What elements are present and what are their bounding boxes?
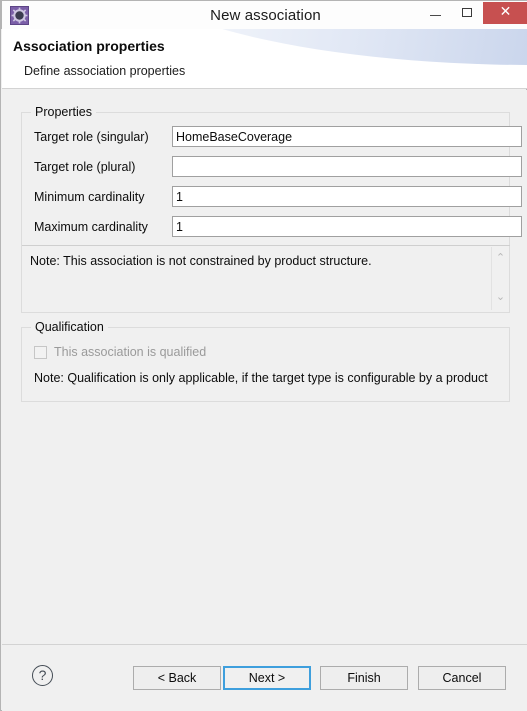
dialog-button-bar: ? < Back Next > Finish Cancel — [2, 644, 527, 711]
wizard-header: Association properties Define associatio… — [2, 29, 527, 89]
help-icon[interactable]: ? — [32, 665, 53, 686]
properties-note-text: Note: This association is not constraine… — [30, 254, 372, 268]
close-icon: ✕ — [499, 4, 512, 20]
target-role-plural-label: Target role (plural) — [34, 160, 136, 174]
close-button[interactable]: ✕ — [483, 2, 527, 24]
maximize-button[interactable] — [452, 2, 482, 24]
back-button[interactable]: < Back — [133, 666, 221, 690]
target-role-singular-label: Target role (singular) — [34, 130, 149, 144]
maximize-icon — [462, 8, 472, 17]
qualification-note-text: Note: Qualification is only applicable, … — [34, 371, 488, 385]
qualification-checkbox-label: This association is qualified — [54, 345, 207, 359]
scroll-up-icon[interactable]: ⌃ — [492, 251, 509, 265]
minimize-icon — [430, 15, 441, 16]
finish-button[interactable]: Finish — [320, 666, 408, 690]
next-button[interactable]: Next > — [223, 666, 311, 690]
properties-group-legend: Properties — [31, 105, 96, 119]
page-title: Association properties — [13, 38, 165, 54]
page-subtitle: Define association properties — [24, 64, 186, 78]
qualification-group: Qualification This association is qualif… — [21, 320, 510, 402]
dialog-window: New association ✕ Association properties… — [0, 0, 527, 711]
target-role-singular-input[interactable] — [172, 126, 522, 147]
maximum-cardinality-input[interactable] — [172, 216, 522, 237]
header-decoration-swoosh — [113, 29, 527, 65]
qualification-checkbox — [34, 346, 47, 359]
minimum-cardinality-label: Minimum cardinality — [34, 190, 145, 204]
scroll-down-icon[interactable]: ⌄ — [492, 290, 509, 304]
cancel-button[interactable]: Cancel — [418, 666, 506, 690]
minimize-button[interactable] — [420, 2, 450, 24]
maximum-cardinality-label: Maximum cardinality — [34, 220, 148, 234]
qualification-group-legend: Qualification — [31, 320, 108, 334]
target-role-plural-input[interactable] — [172, 156, 522, 177]
properties-note-panel: Note: This association is not constraine… — [22, 245, 510, 311]
title-bar: New association ✕ — [1, 0, 527, 29]
dialog-body: Properties Target role (singular) Target… — [2, 90, 527, 644]
minimum-cardinality-input[interactable] — [172, 186, 522, 207]
note-scrollbar[interactable]: ⌃ ⌄ — [491, 247, 509, 310]
